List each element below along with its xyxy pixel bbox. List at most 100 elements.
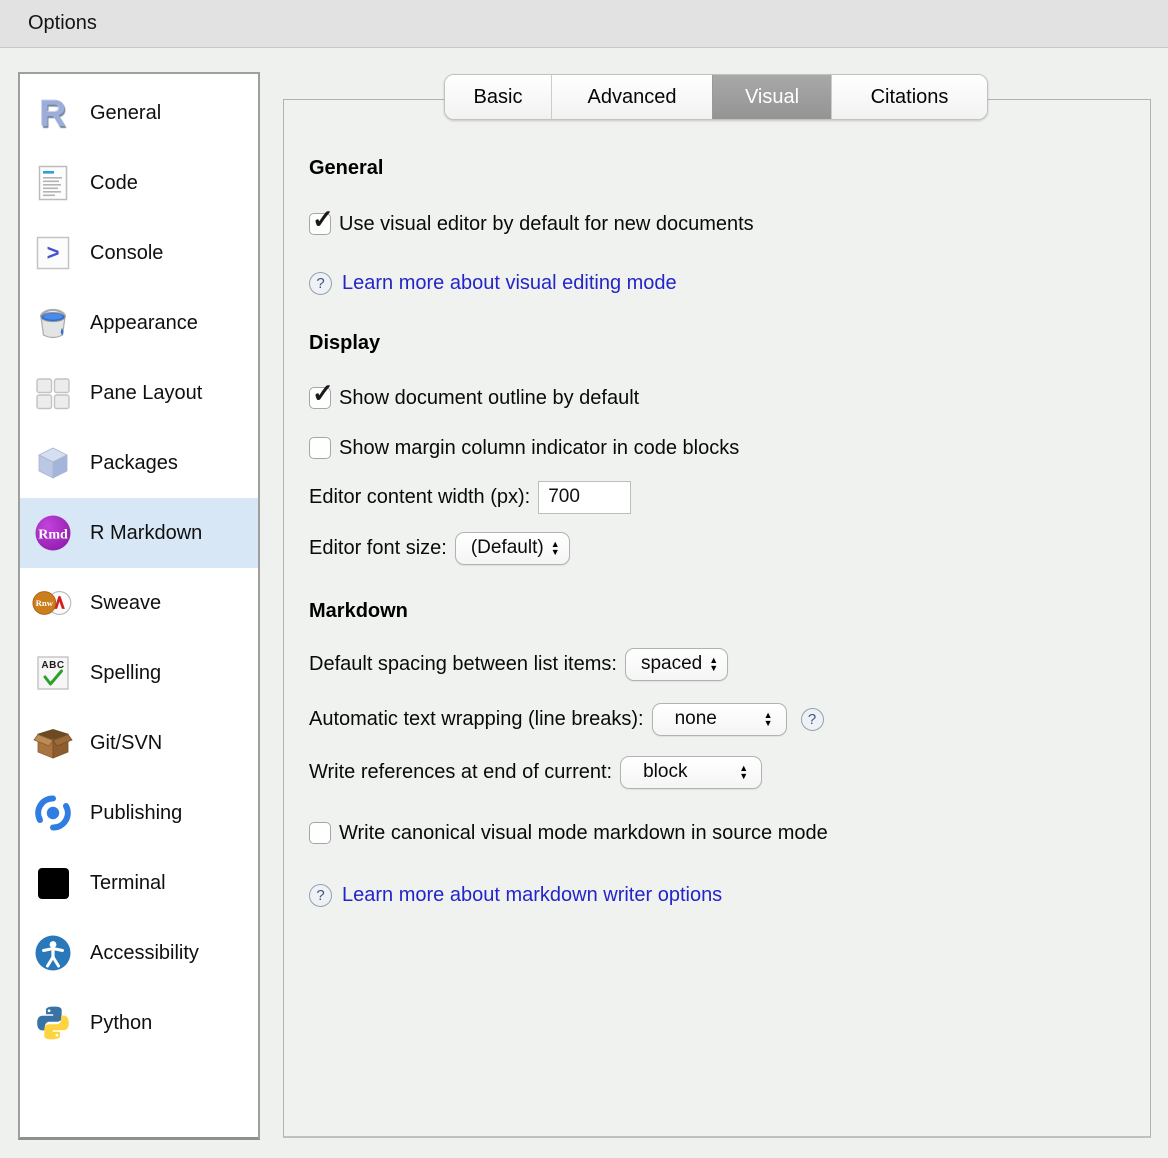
sidebar-item-packages[interactable]: Packages	[20, 428, 258, 498]
sidebar-item-spelling[interactable]: ABC Spelling	[20, 638, 258, 708]
tab-advanced[interactable]: Advanced	[551, 75, 712, 119]
visual-editing-help-row: ? Learn more about visual editing mode	[309, 265, 677, 301]
options-category-sidebar: R General Code > Console	[18, 72, 260, 1140]
editor-content-width-row: Editor content width (px):	[309, 479, 631, 515]
list-spacing-select[interactable]: spaced ▲▼	[625, 648, 728, 681]
show-outline-label[interactable]: Show document outline by default	[339, 387, 639, 410]
canonical-markdown-label[interactable]: Write canonical visual mode markdown in …	[339, 822, 828, 845]
dialog-title: Options	[28, 12, 97, 35]
editor-font-size-select[interactable]: (Default) ▲▼	[455, 532, 570, 565]
markdown-writer-help-row: ? Learn more about markdown writer optio…	[309, 877, 722, 913]
text-wrapping-select[interactable]: none ▲▼	[652, 703, 787, 736]
text-wrapping-label: Automatic text wrapping (line breaks):	[309, 708, 644, 731]
editor-font-size-label: Editor font size:	[309, 537, 447, 560]
canonical-markdown-row: ✓ Write canonical visual mode markdown i…	[309, 815, 828, 851]
sidebar-item-label: Git/SVN	[90, 732, 162, 755]
sidebar-item-label: Sweave	[90, 592, 161, 615]
r-logo-icon: R	[32, 92, 74, 134]
use-visual-editor-label[interactable]: Use visual editor by default for new doc…	[339, 213, 754, 236]
checkmark-icon: ✓	[312, 205, 334, 234]
show-margin-row: ✓ Show margin column indicator in code b…	[309, 430, 739, 466]
sidebar-item-python[interactable]: Python	[20, 988, 258, 1058]
show-outline-row: ✓ Show document outline by default	[309, 380, 639, 416]
learn-more-markdown-writer-link[interactable]: Learn more about markdown writer options	[342, 884, 722, 907]
tab-citations[interactable]: Citations	[831, 75, 987, 119]
sidebar-item-label: Console	[90, 242, 163, 265]
sidebar-item-general[interactable]: R General	[20, 78, 258, 148]
sidebar-item-label: Terminal	[90, 872, 166, 895]
section-heading-markdown: Markdown	[309, 597, 408, 625]
sidebar-item-terminal[interactable]: Terminal	[20, 848, 258, 918]
sidebar-item-label: Appearance	[90, 312, 198, 335]
cardboard-box-icon	[32, 722, 74, 764]
tab-label: Advanced	[588, 86, 677, 109]
console-prompt-icon: >	[32, 232, 74, 274]
tab-visual[interactable]: Visual	[712, 75, 831, 119]
svg-text:ABC: ABC	[41, 660, 64, 671]
section-heading-general: General	[309, 154, 383, 182]
question-circle-icon[interactable]: ?	[309, 272, 332, 295]
question-circle-icon[interactable]: ?	[801, 708, 824, 731]
sidebar-item-label: Spelling	[90, 662, 161, 685]
python-icon	[32, 1002, 74, 1044]
visual-options-panel: General ✓ Use visual editor by default f…	[283, 99, 1151, 1138]
editor-font-size-row: Editor font size: (Default) ▲▼	[309, 530, 570, 566]
question-circle-icon[interactable]: ?	[309, 884, 332, 907]
publish-connect-icon	[32, 792, 74, 834]
text-wrapping-row: Automatic text wrapping (line breaks): n…	[309, 701, 824, 737]
svg-text:Rnw: Rnw	[36, 598, 54, 608]
sidebar-item-label: Publishing	[90, 802, 182, 825]
show-margin-label[interactable]: Show margin column indicator in code blo…	[339, 437, 739, 460]
sidebar-item-appearance[interactable]: Appearance	[20, 288, 258, 358]
list-spacing-label: Default spacing between list items:	[309, 653, 617, 676]
canonical-markdown-checkbox[interactable]: ✓	[309, 822, 331, 844]
svg-text:>: >	[47, 240, 60, 265]
sidebar-item-console[interactable]: > Console	[20, 218, 258, 288]
dialog-title-bar: Options	[0, 0, 1168, 48]
pane-grid-icon	[32, 372, 74, 414]
sidebar-item-publishing[interactable]: Publishing	[20, 778, 258, 848]
show-outline-checkbox[interactable]: ✓	[309, 387, 331, 409]
editor-content-width-label: Editor content width (px):	[309, 486, 530, 509]
package-cube-icon	[32, 442, 74, 484]
rmarkdown-badge-icon: Rmd	[32, 512, 74, 554]
code-document-icon	[32, 162, 74, 204]
sidebar-item-label: Accessibility	[90, 942, 199, 965]
sidebar-item-git-svn[interactable]: Git/SVN	[20, 708, 258, 778]
references-label: Write references at end of current:	[309, 761, 612, 784]
options-tab-bar: Basic Advanced Visual Citations	[444, 74, 988, 120]
list-spacing-row: Default spacing between list items: spac…	[309, 646, 728, 682]
sidebar-item-label: General	[90, 102, 161, 125]
editor-content-width-input[interactable]	[538, 481, 631, 514]
stepper-arrows-icon: ▲▼	[739, 764, 748, 780]
tab-basic[interactable]: Basic	[445, 75, 551, 119]
paint-bucket-icon	[32, 302, 74, 344]
stepper-arrows-icon: ▲▼	[764, 711, 773, 727]
learn-more-visual-editing-link[interactable]: Learn more about visual editing mode	[342, 272, 677, 295]
sweave-rnw-pdf-icon: Rnw	[32, 582, 74, 624]
sidebar-item-label: Pane Layout	[90, 382, 202, 405]
tab-label: Citations	[871, 86, 949, 109]
references-row: Write references at end of current: bloc…	[309, 754, 762, 790]
checkmark-icon: ✓	[312, 379, 334, 408]
sidebar-item-code[interactable]: Code	[20, 148, 258, 218]
sidebar-item-sweave[interactable]: Rnw Sweave	[20, 568, 258, 638]
show-margin-checkbox[interactable]: ✓	[309, 437, 331, 459]
accessibility-icon	[32, 932, 74, 974]
references-select[interactable]: block ▲▼	[620, 756, 762, 789]
terminal-icon	[32, 862, 74, 904]
svg-text:Rmd: Rmd	[38, 528, 68, 543]
stepper-arrows-icon: ▲▼	[551, 540, 560, 556]
sidebar-item-accessibility[interactable]: Accessibility	[20, 918, 258, 988]
section-heading-display: Display	[309, 329, 380, 357]
abc-check-icon: ABC	[32, 652, 74, 694]
tab-label: Basic	[474, 86, 523, 109]
sidebar-item-label: Python	[90, 1012, 152, 1035]
sidebar-item-pane-layout[interactable]: Pane Layout	[20, 358, 258, 428]
use-visual-editor-checkbox[interactable]: ✓	[309, 213, 331, 235]
stepper-arrows-icon: ▲▼	[709, 656, 718, 672]
sidebar-item-label: Code	[90, 172, 138, 195]
sidebar-item-label: Packages	[90, 452, 178, 475]
sidebar-item-r-markdown[interactable]: Rmd R Markdown	[20, 498, 258, 568]
use-visual-editor-row: ✓ Use visual editor by default for new d…	[309, 206, 754, 242]
